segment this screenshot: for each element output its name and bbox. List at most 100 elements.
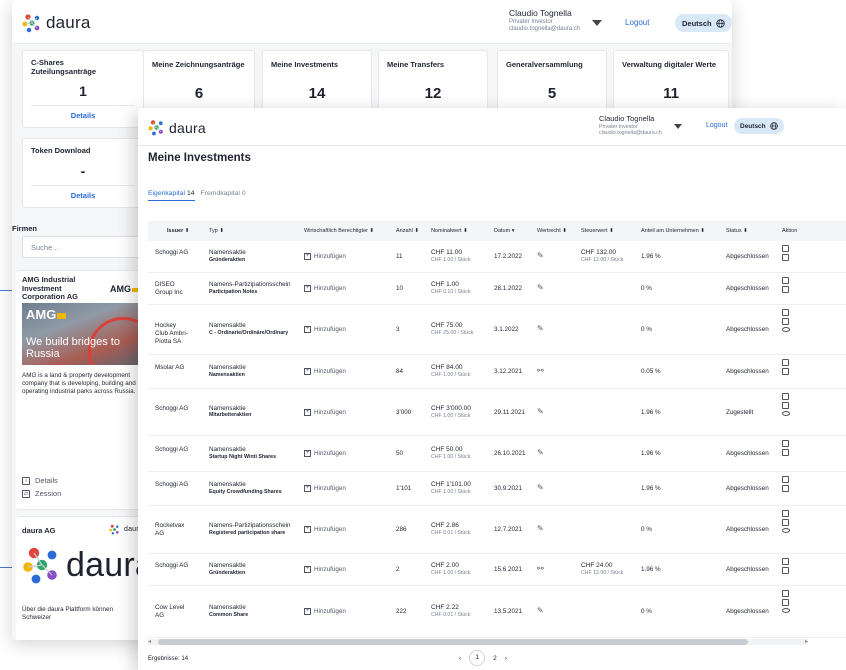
add-beneficiary-button[interactable]: + Hinzufügen	[304, 485, 346, 493]
page-2[interactable]: 2	[493, 655, 497, 662]
table-row[interactable]: Schoggi AG Namensaktie Gründeraktien + Hinzu…	[148, 554, 846, 586]
scroll-right-icon[interactable]: ▸	[805, 638, 808, 645]
daura-logo[interactable]: daura	[148, 119, 206, 136]
view-icon[interactable]	[782, 327, 790, 332]
col-datum[interactable]: Datum ▾	[494, 228, 515, 234]
col-typ[interactable]: Typ ⬍	[209, 228, 224, 234]
details-icon[interactable]	[782, 309, 789, 316]
language-button[interactable]: Deutsch	[675, 14, 732, 32]
stat-card-zeichnungsantraege[interactable]: Meine Zeichnungsanträge 6	[143, 50, 255, 112]
add-beneficiary-button[interactable]: + Hinzufügen	[304, 285, 346, 293]
language-button[interactable]: Deutsch	[734, 118, 784, 134]
transfer-icon[interactable]	[782, 254, 789, 261]
edit-icon[interactable]: ✎	[537, 448, 544, 458]
transfer-icon[interactable]	[782, 318, 789, 325]
link-icon[interactable]: ⚯	[537, 564, 544, 574]
transfer-icon[interactable]	[782, 402, 789, 409]
table-row[interactable]: Rocketvax AG Namens-Partizipationsschein R…	[148, 506, 846, 554]
stat-card-investments[interactable]: Meine Investments 14	[262, 50, 372, 112]
edit-icon[interactable]: ✎	[537, 483, 544, 493]
transfer-icon[interactable]	[782, 519, 789, 526]
page-1[interactable]: 1	[469, 650, 486, 666]
horizontal-scrollbar[interactable]: ◂ ▸	[148, 639, 808, 645]
table-row[interactable]: Hockey Club Ambri-Piotta SA Namensaktie C …	[148, 305, 846, 355]
table-row[interactable]: Schoggi AG Namensaktie Mitarbeiteraktien + H…	[148, 389, 846, 436]
edit-icon[interactable]: ✎	[537, 606, 544, 616]
col-wirtschaftlich-berechtigter[interactable]: Wirtschaftlich Berechtigter ⬍	[304, 228, 374, 234]
cshares-details-link[interactable]: Details	[23, 111, 143, 120]
add-beneficiary-button[interactable]: + Hinzufügen	[304, 526, 346, 534]
cell-anteil: 0 %	[641, 608, 652, 615]
transfer-icon[interactable]	[782, 449, 789, 456]
details-icon[interactable]	[782, 440, 789, 447]
add-beneficiary-button[interactable]: + Hinzufügen	[304, 368, 346, 376]
view-icon[interactable]	[782, 411, 790, 416]
chevron-down-icon[interactable]	[674, 124, 682, 129]
edit-icon[interactable]: ✎	[537, 251, 544, 261]
table-row[interactable]: Schoggi AG Namensaktie Startup Night Winti…	[148, 436, 846, 472]
table-row[interactable]: DISEO Group Inc Namens-Partizipationssche…	[148, 273, 846, 305]
table-row[interactable]: Cow Level AG Namensaktie Common Share + Hinz…	[148, 586, 846, 638]
table-row[interactable]: Schoggi AG Namensaktie Equity Crowdfunding…	[148, 472, 846, 506]
stat-card-transfers[interactable]: Meine Transfers 12	[378, 50, 488, 112]
edit-icon[interactable]: ✎	[537, 524, 544, 534]
daura-logo-icon	[22, 14, 40, 33]
amg-zession-link[interactable]: ⇄ Zession	[22, 489, 61, 498]
edit-icon[interactable]: ✎	[537, 324, 544, 334]
col-anzahl[interactable]: Anzahl ⬍	[396, 228, 419, 234]
next-page-icon[interactable]: ›	[505, 655, 507, 662]
col-nominalwert[interactable]: Nominalwert ⬍	[431, 228, 468, 234]
add-beneficiary-button[interactable]: + Hinzufügen	[304, 608, 346, 616]
steuer-unit: CHF 12.00 / Stück	[581, 570, 624, 577]
edit-icon[interactable]: ✎	[537, 407, 544, 417]
transfer-icon[interactable]	[782, 286, 789, 293]
logout-link[interactable]: Logout	[625, 18, 649, 27]
tab-eigenkapital[interactable]: Eigenkapital 14	[148, 190, 195, 201]
cell-typ: Namensaktie Gründeraktien	[209, 562, 299, 576]
details-icon[interactable]	[782, 558, 789, 565]
tab-fremdkapital[interactable]: Fremdkapital 0	[201, 190, 246, 201]
user-menu[interactable]: Claudio Tognella Privater Investor claud…	[599, 114, 662, 136]
details-icon[interactable]	[782, 277, 789, 284]
prev-page-icon[interactable]: ‹	[459, 655, 461, 662]
add-beneficiary-button[interactable]: + Hinzufügen	[304, 566, 346, 574]
scroll-left-icon[interactable]: ◂	[148, 638, 151, 645]
details-icon[interactable]	[782, 359, 789, 366]
transfer-icon[interactable]	[782, 368, 789, 375]
link-icon[interactable]: ⚯	[537, 366, 544, 376]
col-status[interactable]: Status ⬍	[726, 228, 748, 234]
add-beneficiary-button[interactable]: + Hinzufügen	[304, 409, 346, 417]
col-anteil[interactable]: Anteil am Unternehmen ⬍	[641, 228, 705, 234]
details-icon[interactable]	[782, 590, 789, 597]
transfer-icon[interactable]	[782, 567, 789, 574]
stat-card-generalversammlung[interactable]: Generalversammlung 5	[497, 50, 607, 112]
details-icon[interactable]	[782, 510, 789, 517]
amg-zession-label: Zession	[35, 489, 62, 498]
firm-search-input[interactable]: Suche...	[22, 236, 142, 258]
add-beneficiary-button[interactable]: + Hinzufügen	[304, 326, 346, 334]
amg-details-link[interactable]: i Details	[22, 476, 58, 485]
details-icon[interactable]	[782, 393, 789, 400]
add-beneficiary-button[interactable]: + Hinzufügen	[304, 450, 346, 458]
details-icon[interactable]	[782, 245, 789, 252]
stat-value: 11	[663, 85, 679, 102]
scrollbar-thumb[interactable]	[158, 639, 748, 645]
edit-icon[interactable]: ✎	[537, 283, 544, 293]
transfer-icon[interactable]	[782, 599, 789, 606]
user-menu[interactable]: Claudio Tognella Privater Investor claud…	[509, 8, 580, 33]
col-wertrecht[interactable]: Wertrecht ⬍	[537, 228, 567, 234]
table-row[interactable]: Msolar AG Namensaktie Namensaktien + Hinzufü…	[148, 355, 846, 389]
col-steuerwert[interactable]: Steuerwert ⬍	[581, 228, 614, 234]
token-details-link[interactable]: Details	[23, 191, 143, 200]
table-row[interactable]: Schoggi AG Namensaktie Gründeraktien + Hinzu…	[148, 241, 846, 273]
add-beneficiary-button[interactable]: + Hinzufügen	[304, 253, 346, 261]
details-icon[interactable]	[782, 476, 789, 483]
view-icon[interactable]	[782, 608, 790, 613]
transfer-icon[interactable]	[782, 485, 789, 492]
logout-link[interactable]: Logout	[706, 122, 727, 129]
col-issuer[interactable]: Issuer ⬍	[167, 228, 189, 234]
chevron-down-icon[interactable]	[592, 20, 602, 26]
daura-logo[interactable]: daura	[22, 13, 90, 33]
view-icon[interactable]	[782, 528, 790, 533]
stat-card-digitale-werte[interactable]: Verwaltung digitaler Werte 11	[613, 50, 729, 112]
